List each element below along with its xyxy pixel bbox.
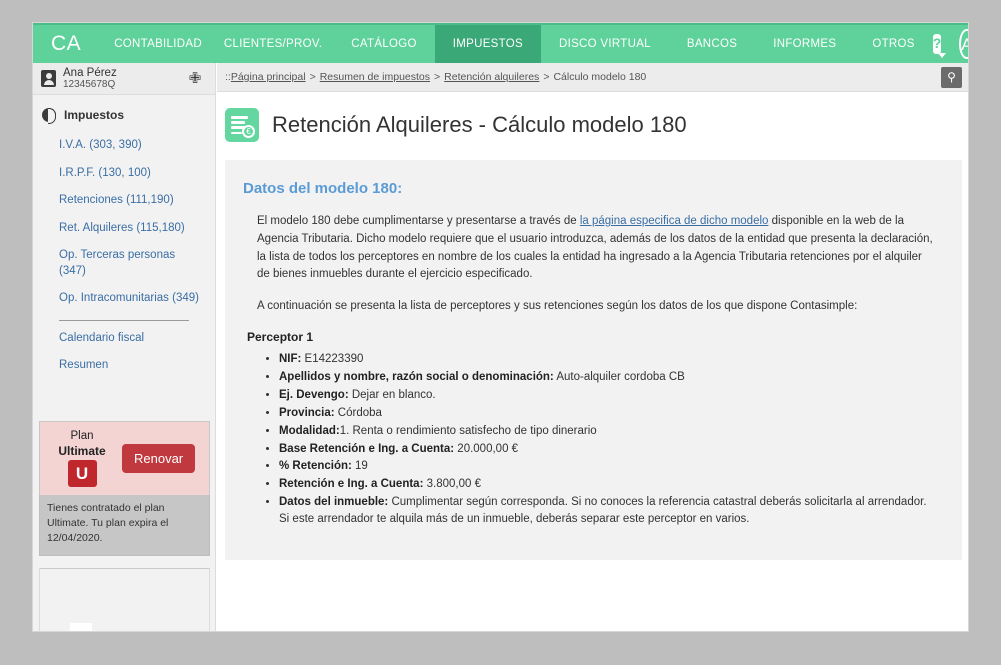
support-box: Soporte al usuario Contactar (39, 568, 212, 632)
intro-paragraph: El modelo 180 debe cumplimentarse y pres… (243, 213, 944, 284)
breadcrumb-item-current: Cálculo modelo 180 (553, 71, 647, 83)
help-icon[interactable]: ? (932, 34, 946, 58)
breadcrumb-item-pagina-principal[interactable]: Página principal (231, 71, 306, 83)
sidebar-section-header: Impuestos (33, 95, 215, 132)
breadcrumb-item-resumen-impuestos[interactable]: Resumen de impuestos (320, 71, 430, 83)
field-value: 1. Renta o rendimiento satisfecho de tip… (339, 424, 597, 437)
list-item: Datos del inmueble: Cumplimentar según c… (279, 494, 934, 528)
breadcrumb-separator: > (543, 71, 550, 83)
plan-box: Plan Ultimate U Renovar (39, 421, 210, 499)
plan-badge: U (67, 460, 97, 488)
sidebar-item-retenciones[interactable]: Retenciones (111,190) (33, 187, 215, 215)
search-icon[interactable]: ⚲ (941, 66, 962, 88)
user-info: Ana Pérez 12345678Q (63, 67, 117, 91)
breadcrumb-item-retencion-alquileres[interactable]: Retención alquileres (444, 71, 539, 83)
list-item: Ej. Devengo: Dejar en blanco. (279, 387, 934, 404)
user-bar: Ana Pérez 12345678Q ✙ (33, 63, 215, 95)
nav-item-disco-virtual[interactable]: DISCO VIRTUAL (541, 25, 669, 63)
nav-item-bancos[interactable]: BANCOS (669, 25, 755, 63)
list-item: Retención e Ing. a Cuenta: 3.800,00 € (279, 476, 934, 493)
list-item: Apellidos y nombre, razón social o denom… (279, 369, 934, 386)
avatar[interactable]: A (959, 29, 968, 59)
field-value: 20.000,00 € (454, 442, 519, 455)
sidebar-item-resumen[interactable]: Resumen (33, 352, 215, 380)
pie-chart-icon (42, 108, 56, 124)
breadcrumb-separator: > (434, 71, 441, 83)
plan-label: Plan (70, 430, 94, 442)
bottom-tab-stub (70, 623, 92, 631)
breadcrumb: :: Página principal > Resumen de impuest… (217, 63, 968, 92)
field-label: Retención e Ing. a Cuenta: (279, 478, 424, 491)
user-icon (41, 70, 56, 87)
list-item: % Retención: 19 (279, 458, 934, 475)
field-label: Modalidad: (279, 424, 340, 437)
perceptor-heading: Perceptor 1 (247, 330, 314, 345)
breadcrumb-separator: > (309, 71, 316, 83)
field-value: 3.800,00 € (423, 478, 481, 491)
list-item: NIF: E14223390 (279, 351, 934, 368)
renew-plan-button[interactable]: Renovar (122, 444, 196, 474)
field-value: E14223390 (301, 353, 364, 366)
page-header: € Retención Alquileres - Cálculo modelo … (217, 92, 968, 142)
field-value: Córdoba (334, 406, 382, 419)
field-label: Provincia: (279, 406, 335, 419)
list-item: Base Retención e Ing. a Cuenta: 20.000,0… (279, 441, 934, 458)
perceptor-field-list: NIF: E14223390 Apellidos y nombre, razón… (243, 351, 944, 528)
euro-coin-icon: € (242, 125, 255, 138)
list-item: Modalidad:1. Renta o rendimiento satisfe… (279, 423, 934, 440)
field-value: Auto-alquiler cordoba CB (553, 370, 685, 383)
field-label: NIF: (279, 353, 302, 366)
field-label: Apellidos y nombre, razón social o denom… (279, 370, 554, 383)
plan-info: Plan Ultimate U (46, 430, 118, 488)
sidebar-section-title: Impuestos (64, 108, 125, 122)
field-value: Dejar en blanco. (348, 388, 436, 401)
field-value: 19 (351, 460, 368, 473)
nav-item-otros[interactable]: OTROS (854, 25, 932, 63)
list-intro-paragraph: A continuación se presenta la lista de p… (257, 300, 858, 313)
field-label: % Retención: (279, 460, 352, 473)
support-row: Soporte al usuario Contactar (50, 631, 212, 632)
nav-item-clientes-prov[interactable]: CLIENTES/PROV. (213, 25, 333, 63)
field-label: Datos del inmueble: (279, 496, 389, 509)
nav-item-catalogo[interactable]: CATÁLOGO (333, 25, 434, 63)
field-label: Ej. Devengo: (279, 388, 349, 401)
panel-title: Datos del modelo 180: (243, 180, 403, 197)
user-nif: 12345678Q (63, 79, 116, 91)
sidebar-item-calendario-fiscal[interactable]: Calendario fiscal (33, 325, 215, 353)
app-window: CA CONTABILIDAD CLIENTES/PROV. CATÁLOGO … (32, 22, 969, 632)
plan-name: Ultimate (58, 443, 106, 458)
sidebar-item-iva[interactable]: I.V.A. (303, 390) (33, 132, 215, 160)
support-label: Soporte al usuario (50, 631, 122, 632)
nav-item-informes[interactable]: INFORMES (755, 25, 854, 63)
brand-logo[interactable]: CA (33, 25, 103, 63)
page-title: Retención Alquileres - Cálculo modelo 18… (272, 112, 687, 137)
nav-item-contabilidad[interactable]: CONTABILIDAD (103, 25, 213, 63)
main-content: :: Página principal > Resumen de impuest… (217, 63, 968, 631)
nav-item-impuestos[interactable]: IMPUESTOS (434, 25, 541, 63)
content-panel: Datos del modelo 180: El modelo 180 debe… (225, 160, 962, 560)
sidebar-divider (59, 319, 189, 321)
sidebar-item-op-terceras-personas[interactable]: Op. Terceras personas (347) (33, 242, 215, 285)
intro-paragraph-before: El modelo 180 debe cumplimentarse y pres… (257, 215, 580, 227)
list-item: Provincia: Córdoba (279, 405, 934, 422)
switch-account-icon[interactable]: ✙ (187, 70, 203, 87)
sidebar-item-ret-alquileres[interactable]: Ret. Alquileres (115,180) (33, 215, 215, 243)
plan-expiry-note: Tienes contratado el plan Ultimate. Tu p… (39, 495, 210, 556)
sidebar-item-irpf[interactable]: I.R.P.F. (130, 100) (33, 160, 215, 188)
user-name: Ana Pérez (63, 66, 117, 79)
sidebar: Ana Pérez 12345678Q ✙ Impuestos I.V.A. (… (33, 63, 216, 632)
modelo-180-link[interactable]: la página especifica de dicho modelo (580, 215, 769, 227)
euro-invoice-icon: € (225, 108, 259, 142)
top-navigation-bar: CA CONTABILIDAD CLIENTES/PROV. CATÁLOGO … (33, 23, 968, 63)
sidebar-item-op-intracomunitarias[interactable]: Op. Intracomunitarias (349) (33, 285, 215, 313)
field-label: Base Retención e Ing. a Cuenta: (279, 442, 455, 455)
